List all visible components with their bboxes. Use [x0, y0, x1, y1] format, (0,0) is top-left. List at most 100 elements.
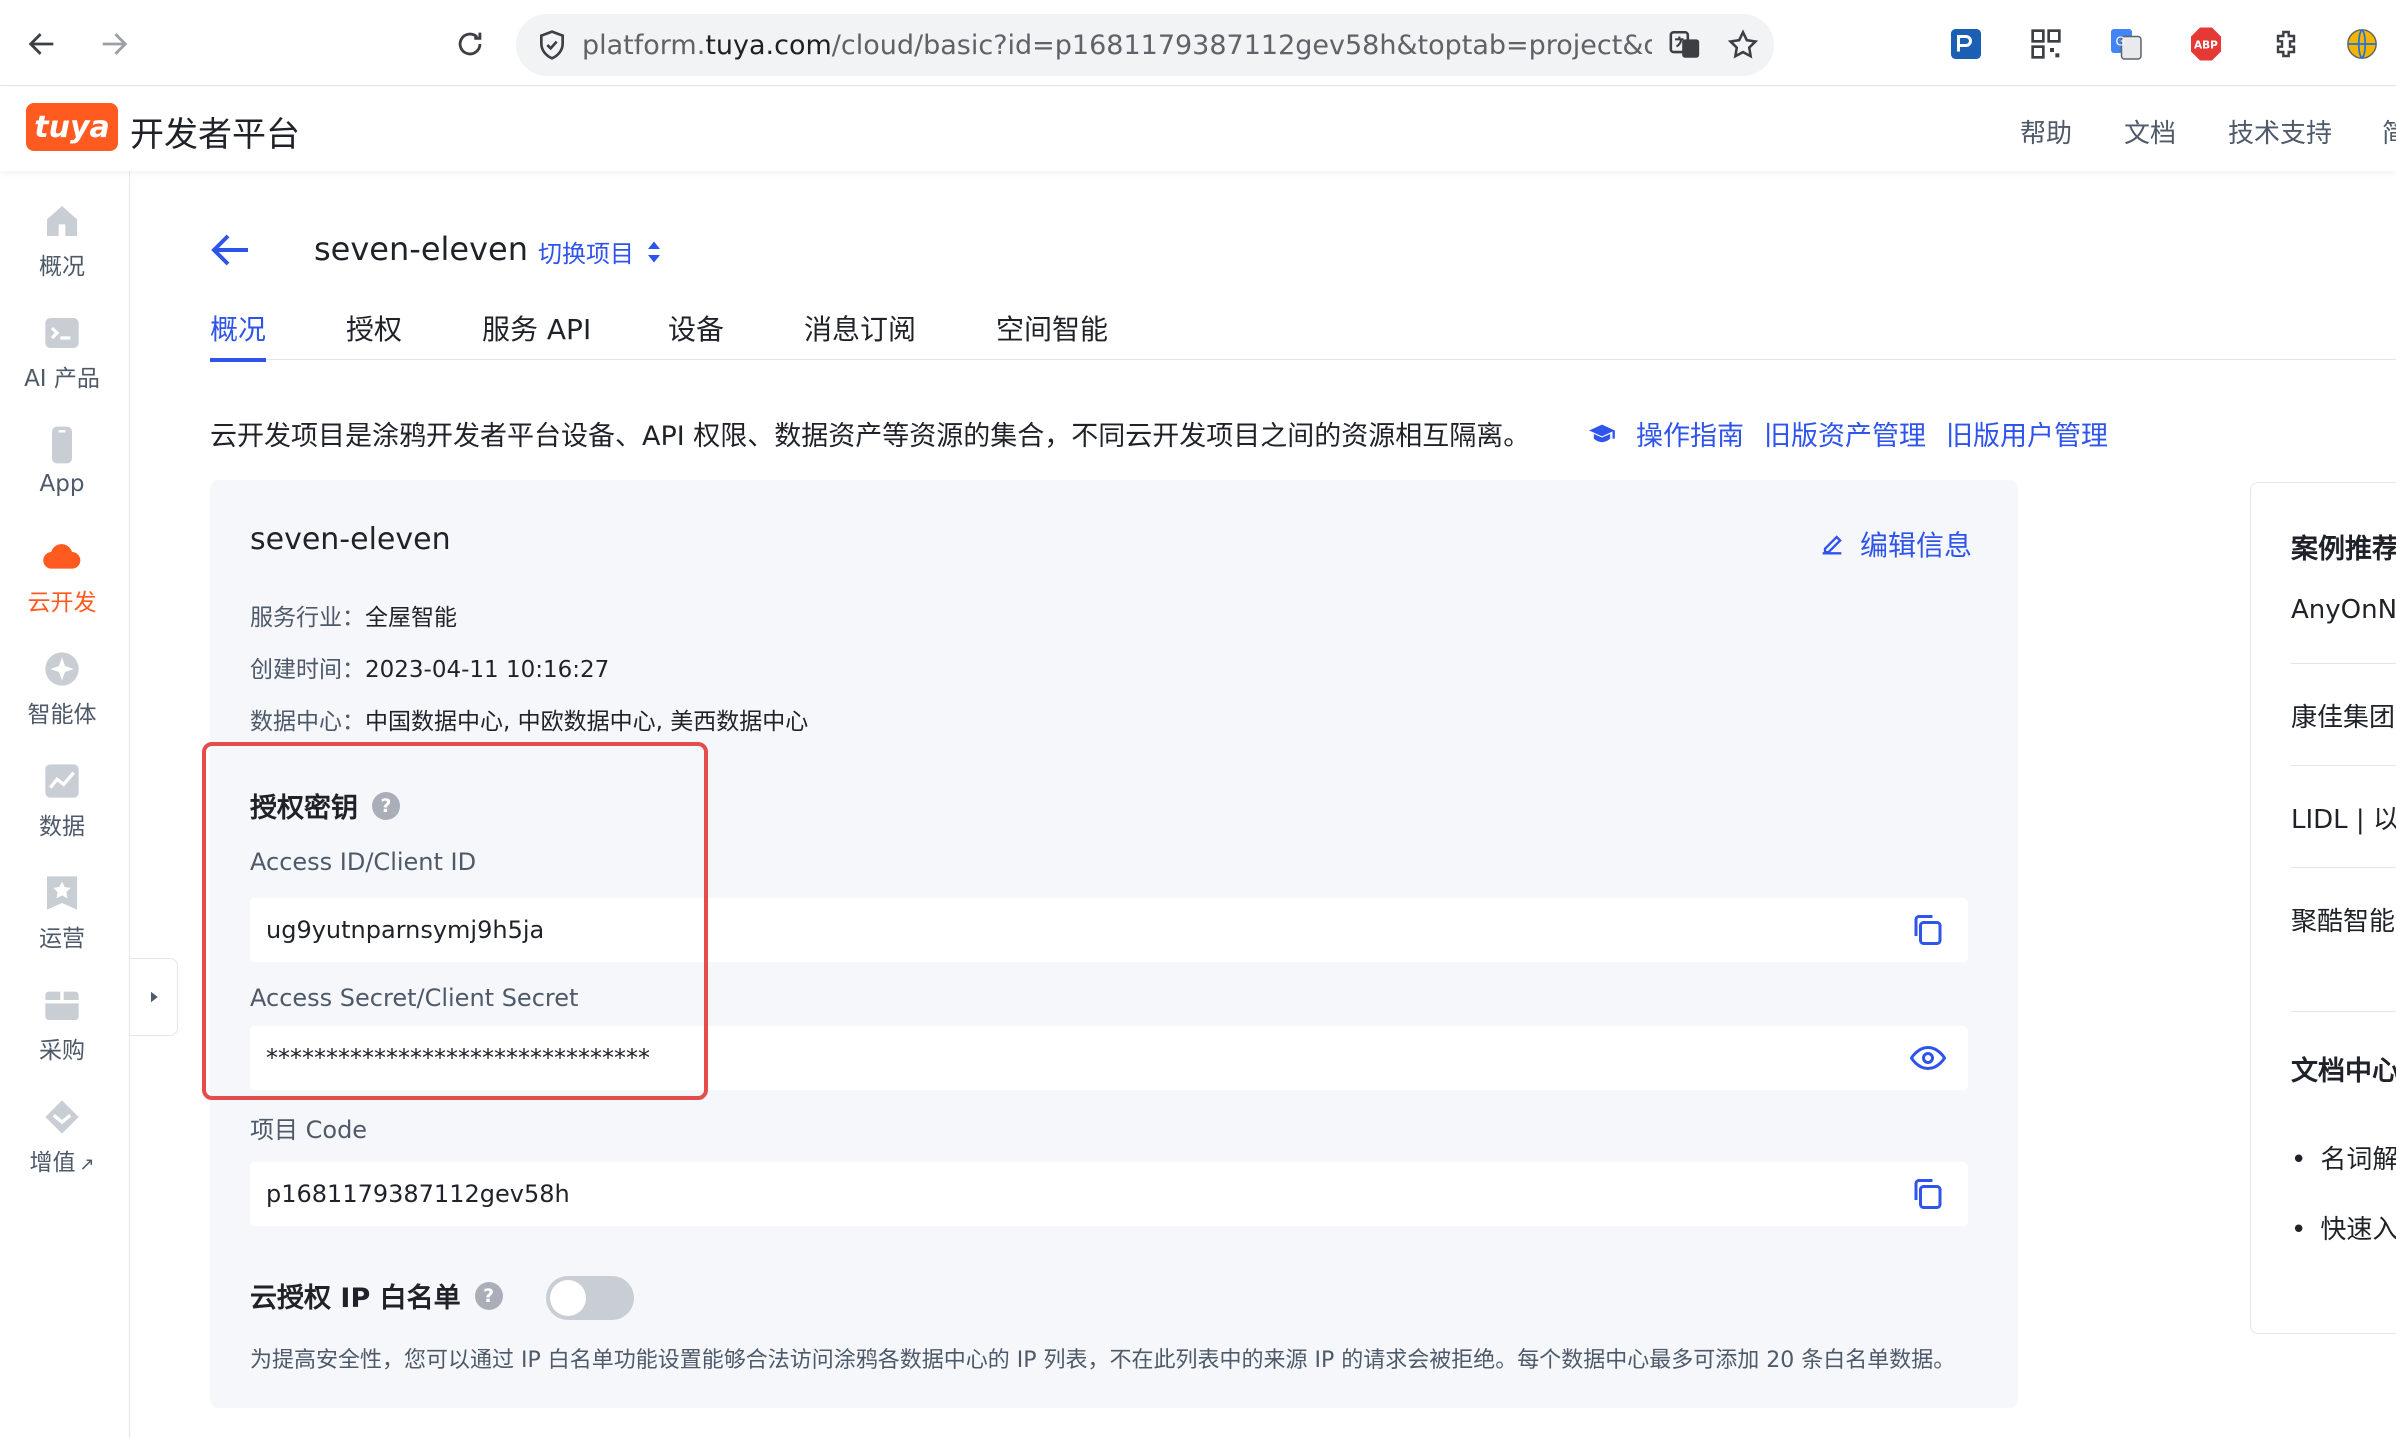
edit-info-button[interactable]: 编辑信息 [1818, 524, 1972, 564]
legacy-user-management-link[interactable]: 旧版用户管理 [1946, 414, 2108, 453]
switch-project-label: 切换项目 [538, 240, 634, 268]
svg-text:G: G [2116, 35, 2125, 49]
sidebar-item-data[interactable]: 数据 [0, 761, 124, 841]
star-badge-icon [47, 876, 77, 910]
docs-title: 文档中心 [2291, 1056, 2396, 1087]
sidebar-item-label: App [39, 471, 85, 497]
browser-reload-button[interactable] [448, 22, 492, 66]
sidebar-item-agent[interactable]: 智能体 [0, 649, 124, 729]
case-item[interactable]: 聚酷智能 [2291, 901, 2395, 938]
sidebar-item-label: 增值 ↗ [0, 1143, 124, 1177]
profile-avatar[interactable] [2342, 24, 2382, 64]
home-icon [47, 206, 77, 236]
intro-links: 操作指南 旧版资产管理 旧版用户管理 [1588, 414, 2108, 453]
access-id-label: Access ID/Client ID [250, 848, 477, 876]
extension-puzzle-blue[interactable] [1946, 24, 1986, 64]
browser-forward-button[interactable] [92, 22, 136, 66]
qr-code-icon [2031, 29, 2061, 59]
toggle-knob [550, 1280, 586, 1316]
tab-spatial-intelligence[interactable]: 空间智能 [996, 308, 1108, 348]
sidebar-item-app[interactable]: App [0, 425, 124, 497]
access-secret-field[interactable]: ******************************** [250, 1026, 1968, 1090]
sidebar-item-operations[interactable]: 运营 [0, 873, 124, 953]
sidebar-item-cloud[interactable]: 云开发 [0, 537, 124, 617]
sidebar-item-label: 采购 [39, 1038, 85, 1064]
sidebar-item-ai-product[interactable]: AI 产品 [0, 313, 124, 393]
url-domain: tuya.com [705, 30, 832, 61]
sidebar-item-label: 智能体 [27, 702, 97, 728]
header-link-docs[interactable]: 文档 [2124, 113, 2176, 150]
tab-overview[interactable]: 概况 [210, 308, 266, 348]
tab-devices[interactable]: 设备 [668, 308, 724, 348]
created-time-label: 创建时间： [250, 657, 365, 683]
eye-icon[interactable] [1910, 1040, 1946, 1076]
graduation-cap-icon [1589, 424, 1615, 442]
back-arrow-icon[interactable] [206, 226, 254, 274]
extension-qr[interactable] [2026, 24, 2066, 64]
sidebar-item-label: 云开发 [27, 590, 97, 616]
access-id-value: ug9yutnparnsymj9h5ja [266, 916, 545, 944]
project-info-card: seven-eleven 编辑信息 服务行业：全屋智能 创建时间：2023-04… [210, 480, 2018, 1408]
doc-item[interactable]: 快速入 [2291, 1209, 2396, 1246]
help-icon[interactable]: ? [372, 791, 400, 820]
case-item[interactable]: AnyOnN [2291, 595, 2396, 625]
translate-icon[interactable] [1668, 28, 1702, 62]
caret-right-icon [150, 991, 158, 1003]
sidebar-item-value-added[interactable]: 增值 ↗ [0, 1097, 124, 1177]
tab-authorization[interactable]: 授权 [346, 308, 402, 348]
edit-info-label: 编辑信息 [1859, 529, 1972, 562]
access-secret-label: Access Secret/Client Secret [250, 984, 579, 1012]
tab-message-subscription[interactable]: 消息订阅 [804, 308, 916, 348]
project-code-field[interactable]: p1681179387112gev58h [250, 1162, 1968, 1226]
industry-label: 服务行业： [250, 605, 365, 631]
header-link-support[interactable]: 技术支持 [2228, 113, 2332, 150]
copy-icon[interactable] [1910, 912, 1946, 948]
sparkle-icon [45, 652, 79, 686]
case-item[interactable]: 康佳集团 [2291, 697, 2395, 734]
sidebar-item-purchase[interactable]: 采购 [0, 985, 124, 1065]
header-link-help[interactable]: 帮助 [2020, 113, 2072, 150]
external-link-icon: ↗ [79, 1154, 95, 1175]
url-path: /cloud/basic?id=p1681179387112gev58h&top… [831, 30, 1652, 61]
tab-service-api[interactable]: 服务 API [482, 308, 591, 348]
auth-key-heading: 授权密钥 ? [250, 786, 400, 825]
google-translate-icon: G [2111, 29, 2142, 60]
ip-whitelist-toggle[interactable] [546, 1276, 634, 1320]
url-prefix: platform. [582, 30, 706, 61]
bookmark-star-icon[interactable] [1726, 28, 1760, 62]
card-project-name: seven-eleven [250, 522, 451, 557]
created-time-row: 创建时间：2023-04-11 10:16:27 [250, 650, 609, 684]
url-text[interactable]: platform.tuya.com/cloud/basic?id=p168117… [582, 30, 1652, 61]
extensions-menu[interactable] [2266, 24, 2306, 64]
browser-toolbar: platform.tuya.com/cloud/basic?id=p168117… [0, 0, 2396, 86]
arrow-right-icon [102, 33, 128, 55]
doc-item[interactable]: 名词解 [2291, 1139, 2396, 1176]
sidebar: 概况 AI 产品 App 云开发 智能体 数据 运营 采购 增值 ↗ [0, 171, 130, 1438]
phone-icon [52, 426, 72, 464]
sidebar-expand-handle[interactable] [130, 958, 178, 1036]
access-id-field[interactable]: ug9yutnparnsymj9h5ja [250, 898, 1968, 962]
switch-project-button[interactable]: 切换项目 [538, 234, 662, 269]
sidebar-item-overview[interactable]: 概况 [0, 201, 124, 281]
ip-whitelist-heading: 云授权 IP 白名单 ? [250, 1276, 503, 1315]
extension-translate[interactable]: G [2106, 24, 2146, 64]
case-item[interactable]: LIDL | 以 [2291, 799, 2396, 836]
address-bar[interactable]: platform.tuya.com/cloud/basic?id=p168117… [516, 14, 1774, 76]
project-code-label: 项目 Code [250, 1116, 368, 1144]
cases-title: 案例推荐 [2291, 534, 2396, 565]
ip-whitelist-title: 云授权 IP 白名单 [250, 1283, 461, 1314]
legacy-asset-management-link[interactable]: 旧版资产管理 [1764, 414, 1926, 453]
auth-key-title: 授权密钥 [250, 793, 358, 824]
datacenter-label: 数据中心： [250, 709, 365, 735]
copy-icon[interactable] [1910, 1176, 1946, 1212]
help-icon[interactable]: ? [474, 1281, 503, 1310]
tuya-logo[interactable]: tuya [26, 103, 118, 151]
sidebar-item-label: AI 产品 [24, 366, 100, 392]
industry-row: 服务行业：全屋智能 [250, 598, 457, 632]
header-link-language[interactable]: 简 [2382, 113, 2396, 150]
browser-back-button[interactable] [20, 22, 64, 66]
extension-adblock[interactable]: ABP [2186, 24, 2226, 64]
operation-guide-link[interactable]: 操作指南 [1636, 414, 1744, 453]
site-security-icon[interactable] [536, 29, 568, 61]
created-time-value: 2023-04-11 10:16:27 [365, 657, 610, 683]
